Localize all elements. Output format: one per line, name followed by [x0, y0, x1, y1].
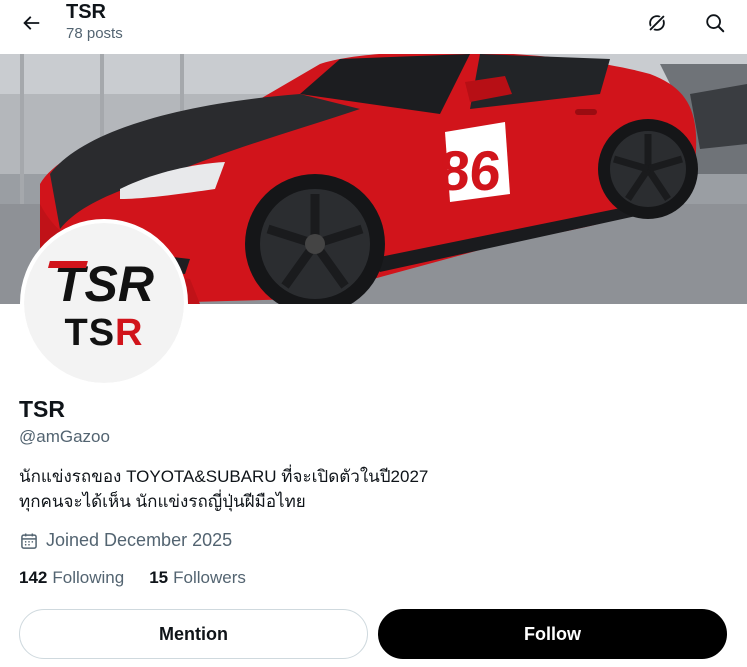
avatar[interactable]: TSR TSR: [20, 219, 188, 387]
follow-button[interactable]: Follow: [378, 609, 727, 659]
profile-bio: นักแข่งรถของ TOYOTA&SUBARU ที่จะเปิดตัวใ…: [19, 464, 719, 514]
calendar-icon: [21, 533, 37, 549]
arrow-left-icon: [23, 16, 40, 30]
logo-bottom-text: TSR: [64, 312, 143, 353]
back-button[interactable]: [16, 8, 46, 38]
followers-count: 15: [149, 568, 169, 587]
avatar-image: TSR TSR: [24, 223, 184, 383]
search-button[interactable]: [700, 8, 730, 38]
tsr-logo: TSR TSR: [47, 256, 154, 353]
grok-icon: [647, 13, 667, 33]
following-count: 142: [19, 568, 48, 587]
page-title: TSR: [66, 1, 106, 23]
following-label: Following: [52, 568, 125, 587]
joined-text: Joined December 2025: [46, 530, 233, 550]
followers-link[interactable]: 15 Followers: [149, 568, 246, 588]
bio-line: ทุกคนจะได้เห็น นักแข่งรถญี่ปุ่นฝีมือไทย: [19, 492, 306, 511]
mention-button[interactable]: Mention: [19, 609, 368, 659]
post-count: 78 posts: [66, 25, 123, 42]
race-number: 86: [437, 139, 504, 202]
top-bar: TSR 78 posts: [0, 0, 747, 54]
bio-line: นักแข่งรถของ TOYOTA&SUBARU ที่จะเปิดตัวใ…: [19, 467, 429, 486]
profile-name: TSR: [19, 396, 65, 422]
joined-date: Joined December 2025: [19, 530, 232, 551]
profile-handle: @amGazoo: [19, 427, 110, 446]
followers-label: Followers: [173, 568, 246, 587]
search-icon: [706, 14, 725, 33]
following-link[interactable]: 142 Following: [19, 568, 124, 588]
follow-stats: 142 Following 15 Followers: [19, 568, 246, 588]
grok-button[interactable]: [642, 8, 672, 38]
